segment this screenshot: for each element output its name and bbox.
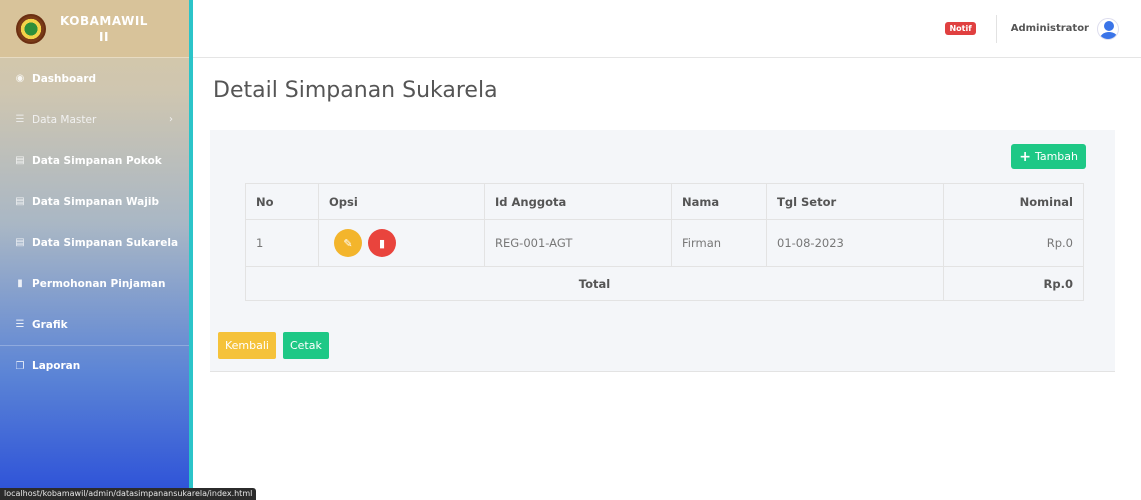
brand[interactable]: KOBAMAWIL II: [0, 0, 189, 58]
print-button[interactable]: Cetak: [282, 332, 329, 359]
edit-icon: ✎: [343, 236, 353, 250]
sidebar-item-label: Data Simpanan Wajib: [32, 195, 159, 208]
notification-badge[interactable]: Notif: [945, 22, 976, 35]
cell-no: 1: [245, 219, 319, 267]
sidebar-item-simpanan-wajib[interactable]: ▤ Data Simpanan Wajib: [0, 181, 189, 222]
chevron-right-icon: ›: [169, 114, 173, 125]
sidebar-item-laporan[interactable]: ❐ Laporan: [0, 345, 189, 386]
table-row: 1 ✎ ▮ REG-001-AGT Firman 01-08-2023 Rp.0: [245, 219, 1084, 267]
action-buttons: Kembali Cetak: [218, 332, 329, 359]
file-icon: ▮: [17, 278, 23, 289]
cell-id-anggota: REG-001-AGT: [484, 219, 672, 267]
add-button[interactable]: + Tambah: [1011, 144, 1086, 169]
table-total-row: Total Rp.0: [245, 266, 1084, 301]
user-name[interactable]: Administrator: [1011, 23, 1089, 34]
column-header-opsi: Opsi: [318, 183, 485, 220]
sidebar-item-label: Permohonan Pinjaman: [32, 277, 166, 290]
sidebar-item-label: Laporan: [32, 360, 81, 372]
sidebar-item-label: Grafik: [32, 318, 68, 331]
total-value: Rp.0: [943, 266, 1084, 301]
cell-opsi: ✎ ▮: [318, 219, 485, 267]
page-title: Detail Simpanan Sukarela: [213, 78, 498, 103]
status-url: localhost/kobamawil/admin/datasimpanansu…: [0, 488, 257, 500]
edit-button[interactable]: ✎: [334, 229, 362, 257]
sidebar-item-label: Dashboard: [32, 72, 97, 85]
cell-nominal: Rp.0: [943, 219, 1084, 267]
sidebar-item-label: Data Simpanan Pokok: [32, 154, 162, 167]
cell-nama: Firman: [671, 219, 767, 267]
list-icon: ☰: [15, 319, 25, 330]
sidebar-item-simpanan-pokok[interactable]: ▤ Data Simpanan Pokok: [0, 140, 189, 181]
brand-title: KOBAMAWIL: [60, 13, 148, 28]
logo: [16, 13, 46, 44]
sidebar-item-label: Data Simpanan Sukarela: [32, 236, 179, 249]
user-avatar-icon[interactable]: [1097, 17, 1119, 40]
sidebar-item-grafik[interactable]: ☰ Grafik: [0, 304, 189, 345]
trash-icon: ▮: [378, 236, 386, 250]
sidebar-item-permohonan-pinjaman[interactable]: ▮ Permohonan Pinjaman: [0, 263, 189, 304]
table-icon: ▤: [15, 155, 25, 166]
sidebar: KOBAMAWIL II ◉ Dashboard ☰ Data Master ›…: [0, 0, 193, 500]
total-label: Total: [245, 266, 944, 301]
brand-subtitle: II: [99, 29, 109, 44]
column-header-no: No: [245, 183, 319, 220]
sidebar-item-data-master[interactable]: ☰ Data Master ›: [0, 99, 189, 140]
cell-tgl-setor: 01-08-2023: [766, 219, 944, 267]
topbar: Notif Administrator: [193, 0, 1141, 58]
divider: [995, 14, 997, 43]
sidebar-item-dashboard[interactable]: ◉ Dashboard: [0, 58, 189, 99]
table-icon: ▤: [15, 196, 25, 207]
table-header-row: No Opsi Id Anggota Nama Tgl Setor Nomina…: [245, 183, 1084, 220]
list-icon: ☰: [15, 114, 25, 125]
add-button-label: Tambah: [1034, 150, 1078, 163]
copy-icon: ❐: [15, 360, 25, 372]
savings-table: No Opsi Id Anggota Nama Tgl Setor Nomina…: [245, 183, 1084, 301]
content-panel: + Tambah No Opsi Id Anggota Nama Tgl Set…: [210, 130, 1115, 372]
table-icon: ▤: [15, 237, 25, 248]
sidebar-nav: ◉ Dashboard ☰ Data Master › ▤ Data Simpa…: [0, 58, 189, 386]
sidebar-item-simpanan-sukarela[interactable]: ▤ Data Simpanan Sukarela: [0, 222, 189, 263]
delete-button[interactable]: ▮: [368, 229, 396, 257]
dashboard-icon: ◉: [15, 73, 25, 84]
column-header-tgl-setor: Tgl Setor: [766, 183, 944, 220]
column-header-id-anggota: Id Anggota: [484, 183, 672, 220]
sidebar-item-label: Data Master: [32, 113, 97, 126]
column-header-nominal: Nominal: [943, 183, 1084, 220]
plus-icon: +: [1019, 148, 1031, 165]
column-header-nama: Nama: [671, 183, 767, 220]
back-button[interactable]: Kembali: [218, 332, 276, 359]
